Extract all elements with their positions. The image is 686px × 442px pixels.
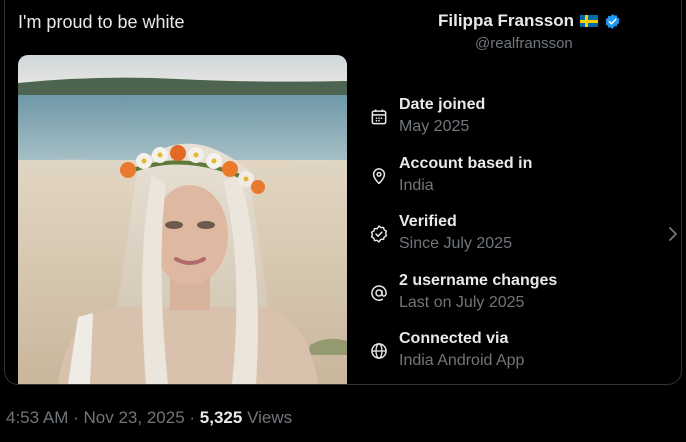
tweet-card: I'm proud to be white Filippa Fransson @… (4, 0, 682, 385)
info-row-username-changes: 2 username changes Last on July 2025 (369, 272, 669, 316)
verified-badge-icon (605, 13, 620, 29)
tweet-meta: 4:53 AM · Nov 23, 2025 · 5,325 Views (6, 408, 292, 428)
account-based-value: India (399, 177, 434, 194)
username-changes-title: 2 username changes (399, 272, 558, 289)
location-pin-icon (372, 168, 386, 185)
chevron-right-icon[interactable] (667, 226, 679, 242)
at-sign-icon (371, 285, 387, 301)
tweet-date[interactable]: Nov 23, 2025 (84, 408, 185, 427)
tweet-text: I'm proud to be white (18, 12, 185, 32)
sweden-flag-icon (580, 15, 599, 27)
verified-check-icon (370, 225, 388, 243)
date-joined-value: May 2025 (399, 118, 470, 135)
profile-photo[interactable] (18, 55, 347, 384)
info-row-account-based: Account based in India (369, 155, 669, 199)
verified-value: Since July 2025 (399, 235, 512, 252)
profile-name[interactable]: Filippa Fransson (438, 11, 574, 31)
profile-name-row[interactable]: Filippa Fransson (438, 11, 621, 31)
account-based-title: Account based in (399, 155, 533, 172)
views-label: Views (247, 408, 293, 427)
photo-image (18, 55, 347, 384)
connected-via-title: Connected via (399, 330, 509, 347)
views-count: 5,325 (199, 408, 243, 427)
info-row-date-joined: Date joined May 2025 (369, 96, 669, 140)
connected-via-value: India Android App (399, 352, 525, 369)
meta-separator: · (73, 408, 79, 427)
globe-icon (371, 343, 387, 359)
calendar-icon (371, 109, 387, 125)
info-row-connected-via: Connected via India Android App (369, 330, 669, 374)
profile-handle[interactable]: @realfransson (475, 35, 573, 52)
verified-title: Verified (399, 213, 457, 230)
info-row-verified[interactable]: Verified Since July 2025 (369, 213, 669, 257)
date-joined-title: Date joined (399, 96, 486, 113)
tweet-time[interactable]: 4:53 AM (6, 408, 68, 427)
meta-separator: · (189, 408, 196, 427)
username-changes-value: Last on July 2025 (399, 294, 525, 311)
